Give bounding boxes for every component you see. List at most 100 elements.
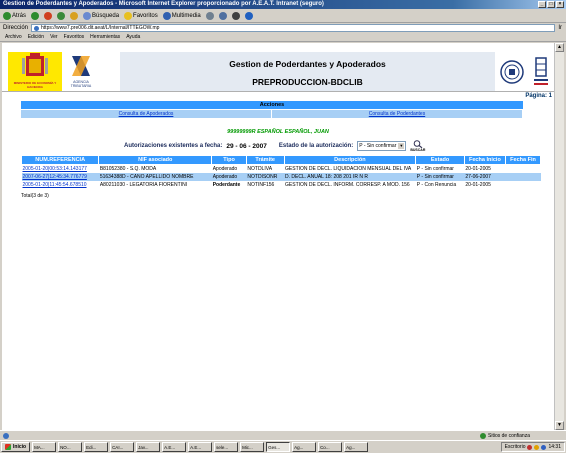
- menu-archivo[interactable]: Archivo: [5, 33, 22, 41]
- estado-cell: P - Sin confirmar: [416, 166, 454, 172]
- favorites-button[interactable]: Favoritos: [124, 11, 158, 20]
- multimedia-button[interactable]: Multimedia: [162, 11, 201, 20]
- menu-ayuda[interactable]: Ayuda: [126, 33, 140, 41]
- taskbar-item[interactable]: Mic...: [240, 442, 265, 452]
- address-input[interactable]: https://www7.pre006.dit.aeat/L/Internal/…: [31, 24, 556, 32]
- taskbar-item[interactable]: Jav...: [136, 442, 161, 452]
- address-bar: Dirección https://www7.pre006.dit.aeat/L…: [0, 23, 566, 33]
- nif-cell: 51634388D - CANO APELLIDO NOMBRE: [98, 173, 212, 181]
- search-icon: [83, 11, 92, 20]
- tramite-cell: NOTDISONR: [246, 173, 285, 181]
- reference-link[interactable]: 2005-01-20|11:45:54.678510: [23, 182, 87, 188]
- col-tramite[interactable]: Trámite: [245, 155, 285, 165]
- taskbar-item[interactable]: A.E...: [162, 442, 187, 452]
- descripcion-cell: GESTION DE DECL. LIQUIDACION MENSUAL DEL…: [285, 166, 412, 172]
- col-estado[interactable]: Estado: [415, 155, 465, 165]
- taskbar-item[interactable]: Ag...: [292, 442, 317, 452]
- browser-window: Gestion de Poderdantes y Apoderados - Mi…: [0, 0, 566, 453]
- buscar-button[interactable]: BUSCAR: [410, 140, 425, 152]
- col-descripcion[interactable]: Descripción: [283, 155, 417, 165]
- vertical-scrollbar[interactable]: ▲ ▼: [554, 43, 564, 430]
- stop-button[interactable]: [44, 11, 53, 20]
- taskbar-item[interactable]: NO...: [58, 442, 83, 452]
- col-nif[interactable]: NIF asociado: [98, 155, 213, 165]
- acciones-links: Consulta de Apoderados Consulta de Poder…: [21, 110, 523, 118]
- menu-favoritos[interactable]: Favoritos: [64, 33, 85, 41]
- menu-herramientas[interactable]: Herramientas: [90, 33, 120, 41]
- tramite-cell: NOTDLIVA: [247, 166, 273, 172]
- page-number: Página: 1: [525, 93, 552, 99]
- fecha-fin-cell: [505, 173, 541, 181]
- fecha-fin-cell: [505, 165, 540, 174]
- consulta-poderdantes-link[interactable]: Consulta de Poderdantes: [369, 111, 425, 117]
- tramite-cell: NOTINF156: [247, 182, 275, 188]
- estado-cell: P - Sin confirmar: [415, 173, 465, 181]
- taskbar-item[interactable]: sele...: [214, 442, 239, 452]
- page-title: Gestion de Poderdantes y Apoderados: [229, 59, 386, 69]
- page-icon: [3, 433, 9, 439]
- fecha-fin-cell: [505, 181, 540, 189]
- refresh-button[interactable]: [57, 11, 66, 20]
- tipo-cell: Apoderado: [212, 166, 238, 172]
- start-button[interactable]: Inicio: [1, 442, 31, 452]
- estado-select[interactable]: P - Sin confirmar ▼: [357, 141, 407, 151]
- taskbar-item[interactable]: Ag...: [344, 442, 369, 452]
- taskbar-item[interactable]: MA...: [32, 442, 57, 452]
- edit-button[interactable]: [244, 11, 253, 20]
- taskbar-item[interactable]: CAI...: [110, 442, 135, 452]
- back-button[interactable]: Atrás: [3, 11, 26, 20]
- star-icon: [124, 11, 133, 20]
- emblem-logo: [528, 52, 554, 92]
- agencia-tributaria-logo: AGENCIA TRIBUTARIA: [64, 52, 98, 92]
- acciones-header: Acciones: [21, 101, 523, 109]
- col-fecha-fin[interactable]: Fecha Fin: [504, 155, 542, 165]
- tray-icon[interactable]: [534, 444, 540, 450]
- scroll-up-arrow-icon[interactable]: ▲: [555, 43, 564, 52]
- home-button[interactable]: [70, 11, 79, 20]
- consulta-apoderados-link[interactable]: Consulta de Apoderados: [119, 111, 174, 117]
- maximize-button[interactable]: □: [547, 1, 555, 8]
- tipo-cell: Poderdante: [212, 182, 241, 188]
- print-button[interactable]: [231, 11, 240, 20]
- tray-icon[interactable]: [541, 444, 547, 450]
- media-icon: [162, 11, 171, 20]
- fecha-inicio-cell: 20-01-2005: [465, 166, 491, 172]
- forward-button[interactable]: [31, 11, 40, 20]
- table-row: 2005-01-20|00:53:14.143177 B81052380 - S…: [22, 165, 541, 174]
- scroll-down-arrow-icon[interactable]: ▼: [555, 421, 564, 430]
- go-button[interactable]: Ir: [558, 25, 566, 31]
- reference-link[interactable]: 2007-06-27|12:45:34.776779: [23, 174, 87, 180]
- taskbar-item-active[interactable]: Ges...: [266, 442, 291, 452]
- col-fecha-inicio[interactable]: Fecha Inicio: [463, 155, 506, 165]
- ministry-logo: MINISTERIO DE ECONOMÍA Y HACIENDA: [8, 52, 62, 92]
- back-arrow-icon: [3, 11, 11, 20]
- mail-button[interactable]: [218, 11, 227, 20]
- user-identity: 99999999R ESPAÑOL ESPAÑOL, JUAN: [227, 129, 329, 135]
- estado-label: Estado de la autorización:: [278, 143, 354, 149]
- minimize-button[interactable]: _: [538, 1, 546, 8]
- taskbar-item[interactable]: Co...: [318, 442, 343, 452]
- page-content: MINISTERIO DE ECONOMÍA Y HACIENDA AGENCI…: [2, 43, 554, 430]
- search-button[interactable]: Búsqueda: [83, 11, 119, 20]
- header-title-box: Gestion de Poderdantes y Apoderados PREP…: [120, 52, 495, 92]
- menu-ver[interactable]: Ver: [50, 33, 58, 41]
- menu-edicion[interactable]: Edición: [28, 33, 44, 41]
- taskbar-item[interactable]: A.E...: [188, 442, 213, 452]
- tipo-cell: Apoderado: [211, 173, 247, 181]
- close-button[interactable]: ×: [556, 1, 564, 8]
- taskbar-item[interactable]: Edi...: [84, 442, 109, 452]
- windows-logo-icon: [5, 444, 11, 450]
- col-num-referencia[interactable]: NUM.REFERENCIA: [20, 155, 100, 165]
- authorizations-table: NUM.REFERENCIA NIF asociado Tipo Trámite…: [20, 155, 542, 189]
- table-header-row: NUM.REFERENCIA NIF asociado Tipo Trámite…: [20, 155, 542, 165]
- browser-toolbar: Atrás Búsqueda Favoritos Multimedia: [0, 9, 566, 23]
- nif-cell: A80211030 - LEGATORIA FIORENTINI: [99, 182, 188, 188]
- reference-link[interactable]: 2005-01-20|00:53:14.143177: [23, 166, 87, 172]
- tray-icon[interactable]: [527, 444, 533, 450]
- chevron-down-icon: ▼: [398, 143, 405, 149]
- history-button[interactable]: [205, 11, 214, 20]
- clock: 14:31: [548, 444, 561, 450]
- total-count: Total(3 de 3): [21, 193, 49, 199]
- environment-title: PREPRODUCCION-BDCLIB: [252, 77, 363, 87]
- col-tipo[interactable]: Tipo: [211, 155, 247, 165]
